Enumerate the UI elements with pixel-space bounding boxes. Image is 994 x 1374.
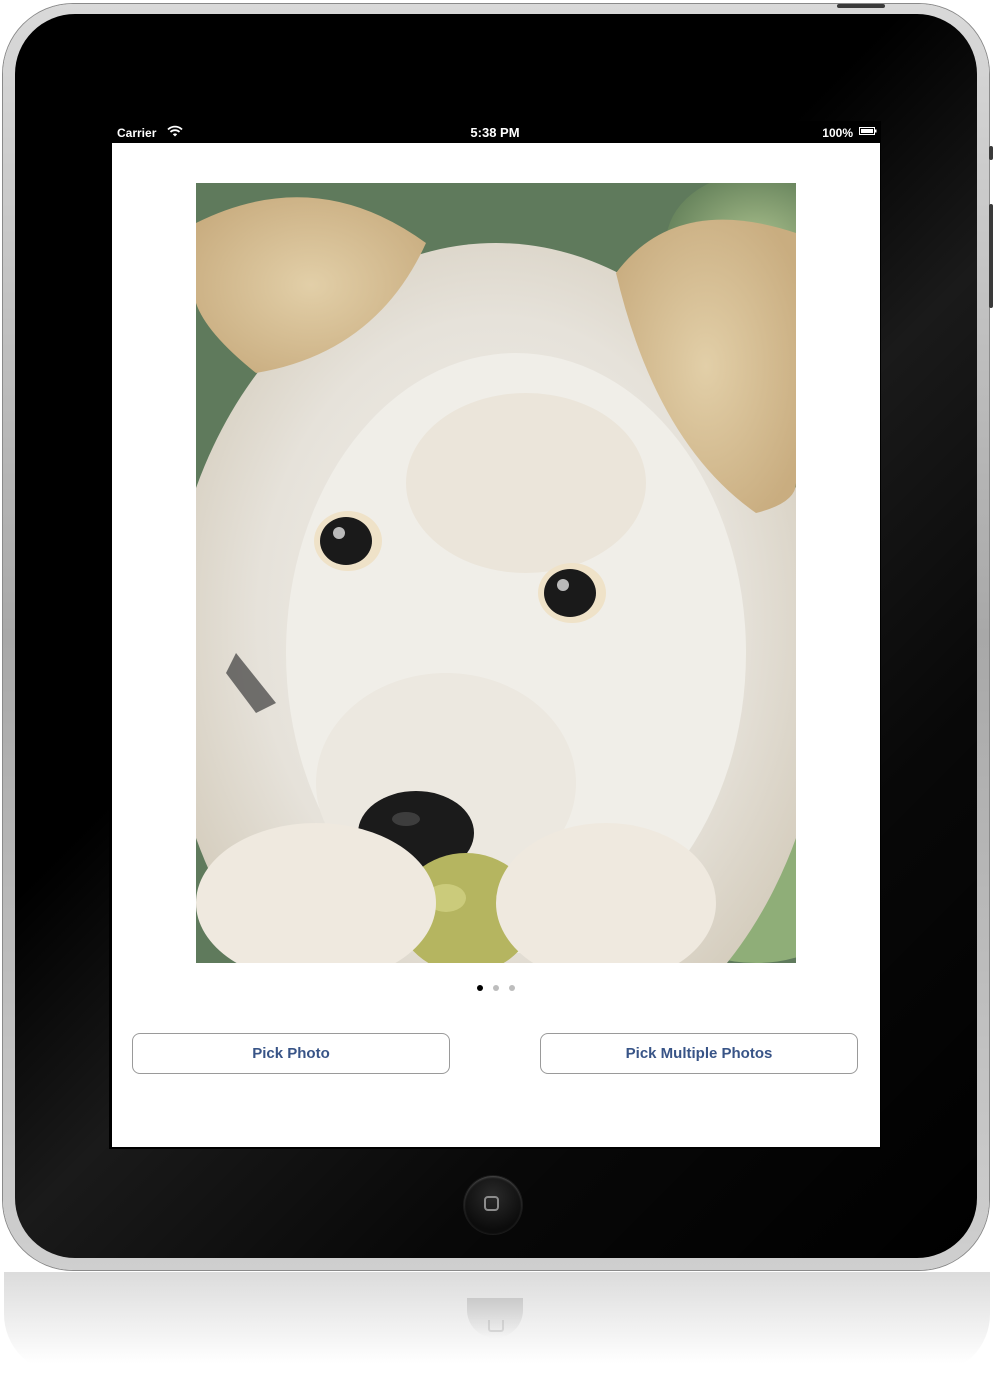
home-icon [484, 1196, 499, 1211]
page-dot-3[interactable] [509, 985, 515, 991]
app-view: Pick Photo Pick Multiple Photos [112, 143, 880, 1147]
status-bar: Carrier 5:38 PM 100% [109, 121, 881, 143]
page-dot-1[interactable] [477, 985, 483, 991]
page-dot-2[interactable] [493, 985, 499, 991]
page-control[interactable] [112, 985, 880, 993]
status-time: 5:38 PM [470, 125, 520, 140]
home-icon-reflection [488, 1320, 504, 1332]
mute-switch[interactable] [989, 146, 993, 160]
stage: Carrier 5:38 PM 100% Pick Photo Pick Mul… [0, 0, 994, 1374]
battery-percentage: 100% [822, 126, 853, 140]
sleep-button[interactable] [837, 4, 885, 8]
home-button[interactable] [464, 1176, 522, 1234]
volume-rocker[interactable] [989, 204, 993, 308]
device-screen: Carrier 5:38 PM 100% Pick Photo Pick Mul… [109, 121, 881, 1149]
battery-icon [859, 127, 877, 135]
puppy-photo-image [196, 183, 796, 963]
pick-multiple-photos-button[interactable]: Pick Multiple Photos [540, 1033, 858, 1074]
pick-photo-button[interactable]: Pick Photo [132, 1033, 450, 1074]
photo-view[interactable] [196, 183, 796, 963]
